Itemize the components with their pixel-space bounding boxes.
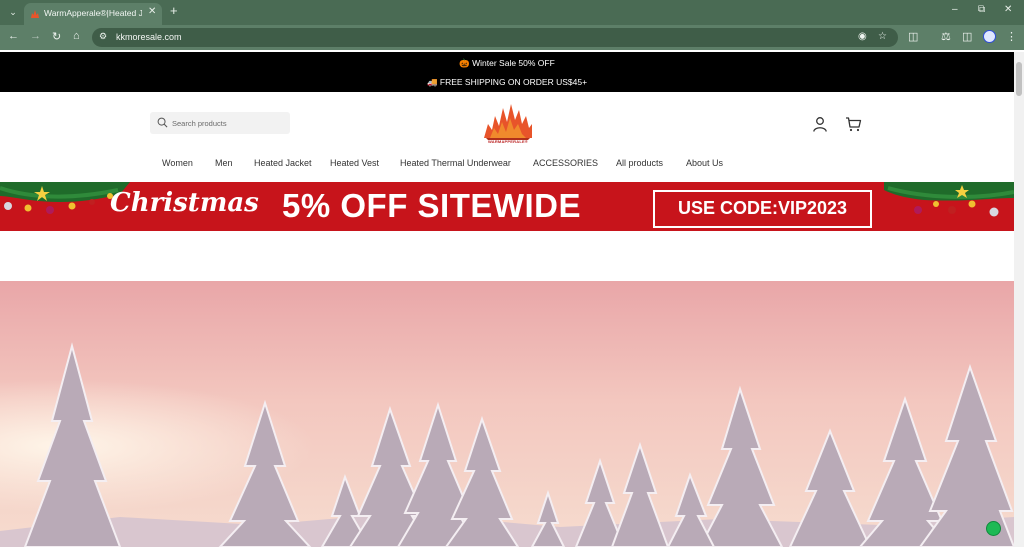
back-arrow-icon[interactable]: ←: [8, 30, 19, 42]
restore-icon[interactable]: ⧉: [978, 4, 985, 15]
bookmark-star-icon[interactable]: ☆: [878, 31, 887, 42]
tab-title: WarmApperale®|Heated Jacket: [44, 8, 142, 18]
favicon-flame-icon: [31, 10, 39, 18]
forward-arrow-icon[interactable]: →: [30, 30, 41, 42]
close-window-icon[interactable]: ✕: [1004, 4, 1012, 15]
page-viewport: 🎃 Winter Sale 50% OFF 🚚 FREE SHIPPING ON…: [0, 52, 1014, 547]
reload-icon[interactable]: ↻: [52, 30, 61, 43]
tab-search-chevron-icon[interactable]: ⌄: [5, 4, 21, 20]
browser-tab-bar: ⌄ WarmApperale®|Heated Jacket ✕ + – ⧉ ✕: [0, 0, 1024, 25]
nav-item-heated-jacket[interactable]: Heated Jacket: [254, 158, 312, 168]
account-icon[interactable]: [812, 116, 828, 132]
tab-close-icon[interactable]: ✕: [148, 6, 156, 17]
site-header: WARMAPPERALE® Women Men Heated Jacket He…: [0, 92, 1014, 182]
site-logo[interactable]: WARMAPPERALE®: [480, 102, 536, 148]
promo-headline: 5% OFF SITEWIDE: [282, 187, 582, 224]
labs-flask-icon[interactable]: ⚖: [941, 30, 951, 43]
minimize-icon[interactable]: –: [952, 4, 958, 15]
eye-off-icon[interactable]: ◉: [858, 31, 867, 42]
nav-item-men[interactable]: Men: [215, 158, 233, 168]
nav-item-accessories[interactable]: ACCESSORIES: [533, 158, 598, 168]
search-box[interactable]: [150, 112, 290, 134]
cart-icon[interactable]: [845, 116, 862, 132]
garland-decoration-right: [884, 182, 1014, 217]
url-text[interactable]: kkmoresale.com: [116, 32, 182, 42]
main-navigation: Women Men Heated Jacket Heated Vest Heat…: [0, 158, 1014, 174]
address-bar[interactable]: ⚙ kkmoresale.com ◉ ☆: [92, 28, 898, 47]
home-icon[interactable]: ⌂: [73, 30, 80, 42]
browser-toolbar: ← → ↻ ⌂ ⚙ kkmoresale.com ◉ ☆ ◫ ⚖ ◫ ⋮: [0, 25, 1024, 50]
announcement-bar: 🎃 Winter Sale 50% OFF 🚚 FREE SHIPPING ON…: [0, 52, 1014, 92]
page-scrollbar[interactable]: [1014, 52, 1024, 547]
nav-item-all-products[interactable]: All products: [616, 158, 663, 168]
nav-item-heated-vest[interactable]: Heated Vest: [330, 158, 379, 168]
nav-item-about-us[interactable]: About Us: [686, 158, 723, 168]
flame-logo-icon: [484, 104, 532, 140]
search-input[interactable]: [172, 114, 284, 132]
new-tab-plus-icon[interactable]: +: [170, 3, 178, 18]
nav-item-women[interactable]: Women: [162, 158, 193, 168]
menu-dots-icon[interactable]: ⋮: [1006, 30, 1017, 43]
promo-christmas-script: Christmas: [110, 188, 259, 218]
scrollbar-thumb[interactable]: [1016, 62, 1022, 96]
site-info-icon[interactable]: ⚙: [99, 31, 107, 42]
logo-text: WARMAPPERALE®: [488, 139, 528, 144]
chat-support-icon[interactable]: [986, 521, 1001, 536]
announcement-shipping[interactable]: 🚚 FREE SHIPPING ON ORDER US$45+: [0, 77, 1014, 88]
search-icon: [157, 117, 168, 128]
announcement-sale[interactable]: 🎃 Winter Sale 50% OFF: [0, 58, 1014, 69]
profile-avatar-icon[interactable]: [983, 30, 996, 43]
nav-item-heated-thermal-underwear[interactable]: Heated Thermal Underwear: [400, 158, 511, 168]
browser-tab[interactable]: WarmApperale®|Heated Jacket ✕: [24, 3, 162, 25]
promo-code-box: USE CODE:VIP2023: [653, 190, 872, 228]
hero-winter-forest-image[interactable]: [0, 281, 1014, 547]
promo-banner[interactable]: Christmas 5% OFF SITEWIDE USE CODE:VIP20…: [0, 182, 1014, 231]
extensions-puzzle-icon[interactable]: ◫: [908, 30, 918, 43]
side-panel-icon[interactable]: ◫: [962, 30, 972, 43]
